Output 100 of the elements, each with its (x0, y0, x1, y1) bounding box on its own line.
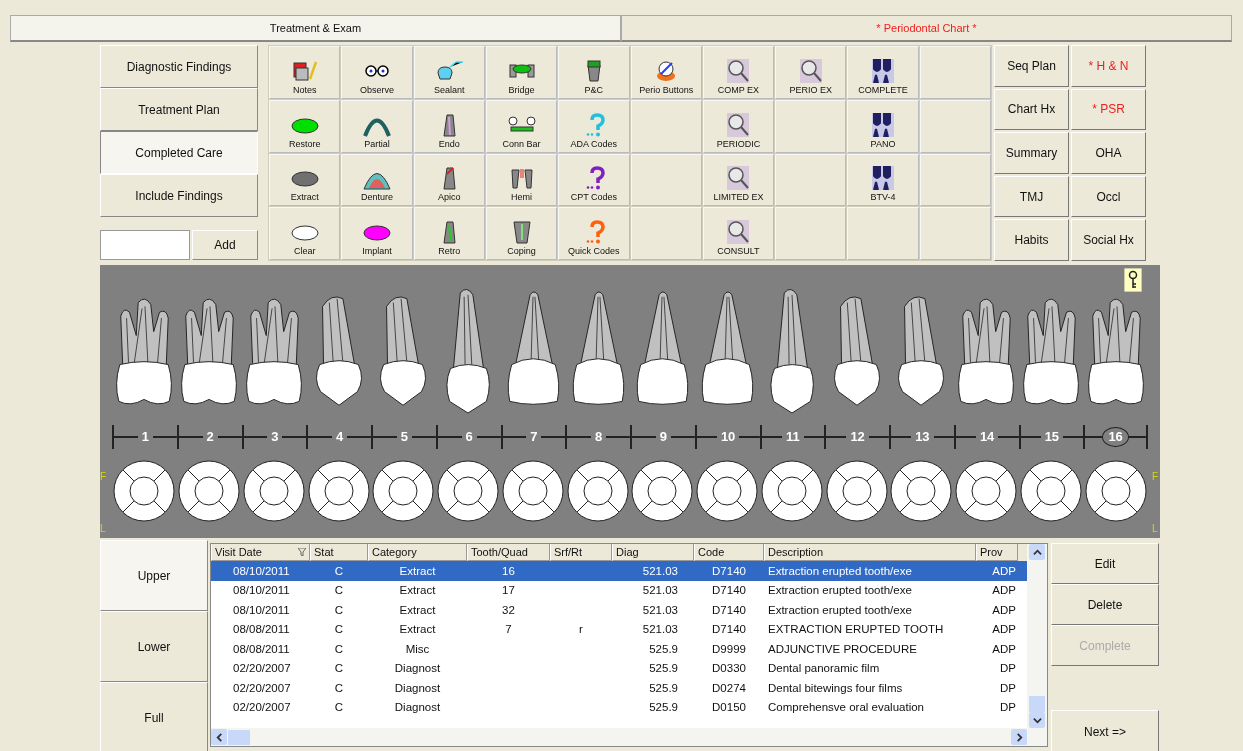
occlusal-surface-drawing[interactable] (954, 459, 1019, 523)
table-cell: D7140 (712, 564, 746, 577)
occlusal-surface-drawing[interactable] (1018, 459, 1083, 523)
tool-button[interactable]: Extract (269, 153, 341, 207)
side-button[interactable]: Chart Hx (994, 88, 1069, 131)
table-row[interactable]: 08/10/2011 C Extract 17 521.03 D7140 Extraction erupted tooth/exe ADP (211, 580, 1027, 600)
tool-button[interactable]: Retro (413, 207, 485, 260)
table-cell: 521.03 (642, 564, 678, 577)
input-field[interactable] (100, 230, 190, 260)
action-button[interactable]: Delete (1051, 584, 1159, 625)
tool-button[interactable]: COMP EX (702, 46, 775, 99)
table-cell: D7140 (712, 623, 746, 636)
tool-button[interactable]: ADA Codes (558, 99, 630, 153)
occlusal-surface-drawing[interactable] (695, 459, 760, 523)
tool-button[interactable]: Partial (341, 99, 413, 153)
scroll-thumb[interactable] (228, 729, 250, 745)
side-button[interactable]: TMJ (994, 175, 1069, 218)
mode-button[interactable]: Treatment Plan (100, 88, 258, 131)
tool-button[interactable]: Perio Buttons (630, 46, 702, 99)
table-cell: DP (1000, 681, 1016, 694)
table-cell: Extraction erupted tooth/exe (768, 564, 912, 577)
tool-button[interactable]: Restore (269, 99, 341, 153)
mode-button[interactable]: Include Findings (100, 174, 258, 217)
key-icon[interactable] (1124, 268, 1142, 292)
occlusal-surface-drawing[interactable] (1083, 459, 1148, 523)
tool-button[interactable]: P&C (558, 46, 630, 99)
occlusal-surface-drawing[interactable] (112, 459, 177, 523)
action-button[interactable]: Edit (1051, 543, 1159, 584)
tool-button[interactable]: Hemi (485, 153, 558, 207)
scroll-down-icon[interactable] (1029, 712, 1045, 728)
tooth-number[interactable]: 16 (1102, 427, 1129, 447)
filter-icon[interactable] (298, 548, 306, 556)
table-row[interactable]: 08/10/2011 C Extract 32 521.03 D7140 Extraction erupted tooth/exe ADP (211, 600, 1027, 620)
tab[interactable]: Treatment & Exam (10, 15, 621, 42)
tool-button[interactable]: PANO (847, 99, 919, 153)
tool-button[interactable]: Conn Bar (485, 99, 558, 153)
tool-button[interactable]: Quick Codes (558, 207, 630, 260)
side-button[interactable]: Summary (994, 132, 1069, 174)
table-row[interactable]: 08/08/2011 C Extract 7 r 521.03 D7140 EXTRACTION ERUPTED TOOTH ADP (211, 619, 1027, 639)
table-cell: Diagnost (394, 681, 441, 694)
table-cell: 02/20/2007 (233, 701, 291, 714)
side-button[interactable]: Social Hx (1071, 219, 1146, 261)
occlusal-surface-drawing[interactable] (306, 459, 371, 523)
tool-button[interactable]: Sealant (413, 46, 485, 99)
next-button[interactable]: Next => (1051, 710, 1159, 751)
mode-button[interactable]: Completed Care (100, 131, 258, 174)
table-row[interactable]: 02/20/2007 C Diagnost 525.9 D0274 Dental bitewings four films DP (211, 678, 1027, 698)
tool-button[interactable]: LIMITED EX (702, 153, 775, 207)
tool-button[interactable]: COMPLETE (847, 46, 919, 99)
occlusal-surface-drawing[interactable] (241, 459, 306, 523)
tool-button[interactable]: Clear (269, 207, 341, 260)
side-button[interactable]: Seq Plan (994, 45, 1069, 87)
vertical-scrollbar[interactable] (1027, 544, 1047, 728)
scroll-up-icon[interactable] (1029, 544, 1045, 560)
tool-button[interactable]: Endo (413, 99, 485, 153)
tool-button[interactable]: CONSULT (702, 207, 775, 260)
tool-button[interactable]: Apico (413, 153, 485, 207)
table-row[interactable]: 02/20/2007 C Diagnost 525.9 D0330 Dental panoramic film DP (211, 658, 1027, 678)
horizontal-scrollbar[interactable] (211, 728, 1047, 746)
arch-button[interactable]: Lower (100, 611, 208, 682)
mode-button[interactable]: Diagnostic Findings (100, 45, 258, 88)
occlusal-surface-drawing[interactable] (500, 459, 565, 523)
occlusal-surface-drawing[interactable] (759, 459, 824, 523)
tool-button[interactable]: PERIODIC (702, 99, 775, 153)
occlusal-surface-drawing[interactable] (565, 459, 630, 523)
add-button[interactable]: Add (192, 230, 258, 260)
side-button[interactable]: Habits (994, 219, 1069, 261)
occlusal-surface-drawing[interactable] (177, 459, 242, 523)
tool-button[interactable]: Coping (485, 207, 558, 260)
tool-button[interactable]: Observe (341, 46, 413, 99)
tool-button[interactable]: Denture (341, 153, 413, 207)
occlusal-surface-drawing[interactable] (371, 459, 436, 523)
table-cell: C (334, 681, 344, 694)
tool-button[interactable]: Notes (269, 46, 341, 99)
tool-button[interactable]: Implant (341, 207, 413, 260)
arch-button[interactable]: Full (100, 682, 208, 751)
side-button[interactable]: * PSR (1071, 88, 1146, 131)
tool-button[interactable]: CPT Codes (558, 153, 630, 207)
tool-button[interactable]: PERIO EX (775, 46, 847, 99)
side-button[interactable]: Occl (1071, 175, 1146, 218)
table-row[interactable]: 02/20/2007 C Diagnost 525.9 D0150 Comprehensve oral evaluation DP (211, 697, 1027, 717)
tab[interactable]: * Periodontal Chart * (621, 15, 1232, 42)
arch-button[interactable]: Upper (100, 540, 208, 611)
table-row[interactable]: 08/08/2011 C Misc 525.9 D9999 ADJUNCTIVE PROCEDURE ADP (211, 639, 1027, 659)
occlusal-surface-drawing[interactable] (889, 459, 954, 523)
occlusal-surface-drawing[interactable] (630, 459, 695, 523)
tool-button[interactable]: BTV-4 (847, 153, 919, 207)
side-button[interactable]: * H & N (1071, 45, 1146, 87)
occlusal-surface-drawing[interactable] (436, 459, 501, 523)
table-cell: DP (1000, 662, 1016, 675)
table-row[interactable]: 08/10/2011 C Extract 16 521.03 D7140 Extraction erupted tooth/exe ADP (211, 561, 1027, 581)
scroll-left-icon[interactable] (211, 729, 227, 745)
scroll-right-icon[interactable] (1011, 729, 1027, 745)
scroll-thumb[interactable] (1029, 696, 1045, 712)
table-cell: C (334, 701, 344, 714)
occlusal-surface-drawing[interactable] (824, 459, 889, 523)
surface-label: F (1152, 472, 1160, 482)
tool-button[interactable]: Bridge (485, 46, 558, 99)
table-cell: D7140 (712, 603, 746, 616)
side-button[interactable]: OHA (1071, 132, 1146, 174)
